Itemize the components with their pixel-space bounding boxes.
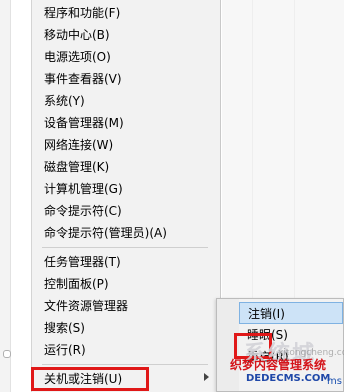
submenu-arrow-icon xyxy=(204,373,209,381)
menu-item-disk-management[interactable]: 磁盘管理(K) xyxy=(32,156,220,178)
menu-item-task-manager[interactable]: 任务管理器(T) xyxy=(32,251,220,273)
menu-item-control-panel[interactable]: 控制面板(P) xyxy=(32,273,220,295)
menu-item-system[interactable]: 系统(Y) xyxy=(32,90,220,112)
menu-item-command-prompt-admin[interactable]: 命令提示符(管理员)(A) xyxy=(32,222,220,244)
menu-item-command-prompt[interactable]: 命令提示符(C) xyxy=(32,200,220,222)
red-highlight-shutdown xyxy=(31,367,149,391)
desktop-small-icon xyxy=(3,350,11,358)
menu-separator xyxy=(42,247,208,248)
menu-item-mobility-center[interactable]: 移动中心(B) xyxy=(32,24,220,46)
menu-item-network-connections[interactable]: 网络连接(W) xyxy=(32,134,220,156)
menu-item-search[interactable]: 搜索(S) xyxy=(32,317,220,339)
winx-context-menu: 程序和功能(F) 移动中心(B) 电源选项(O) 事件查看器(V) 系统(Y) … xyxy=(31,0,221,392)
watermark-cms-text: 织梦内容管理系统 xyxy=(230,358,327,372)
watermark: 系统城 xitongcheng.com 织梦内容管理系统 DEDECMS.COM xyxy=(218,328,344,392)
menu-separator xyxy=(42,364,208,365)
menu-item-file-explorer[interactable]: 文件资源管理器 xyxy=(32,295,220,317)
menu-item-run[interactable]: 运行(R) xyxy=(32,339,220,361)
menu-item-event-viewer[interactable]: 事件查看器(V) xyxy=(32,68,220,90)
watermark-url-text: DEDECMS.COM xyxy=(246,373,331,384)
menu-item-power-options[interactable]: 电源选项(O) xyxy=(32,46,220,68)
desktop-left-edge xyxy=(0,0,11,392)
background-link-text: ms xyxy=(327,376,342,387)
menu-item-computer-management[interactable]: 计算机管理(G) xyxy=(32,178,220,200)
menu-item-programs-features[interactable]: 程序和功能(F) xyxy=(32,2,220,24)
submenu-item-signout[interactable]: 注销(I) xyxy=(239,302,343,324)
menu-item-device-manager[interactable]: 设备管理器(M) xyxy=(32,112,220,134)
